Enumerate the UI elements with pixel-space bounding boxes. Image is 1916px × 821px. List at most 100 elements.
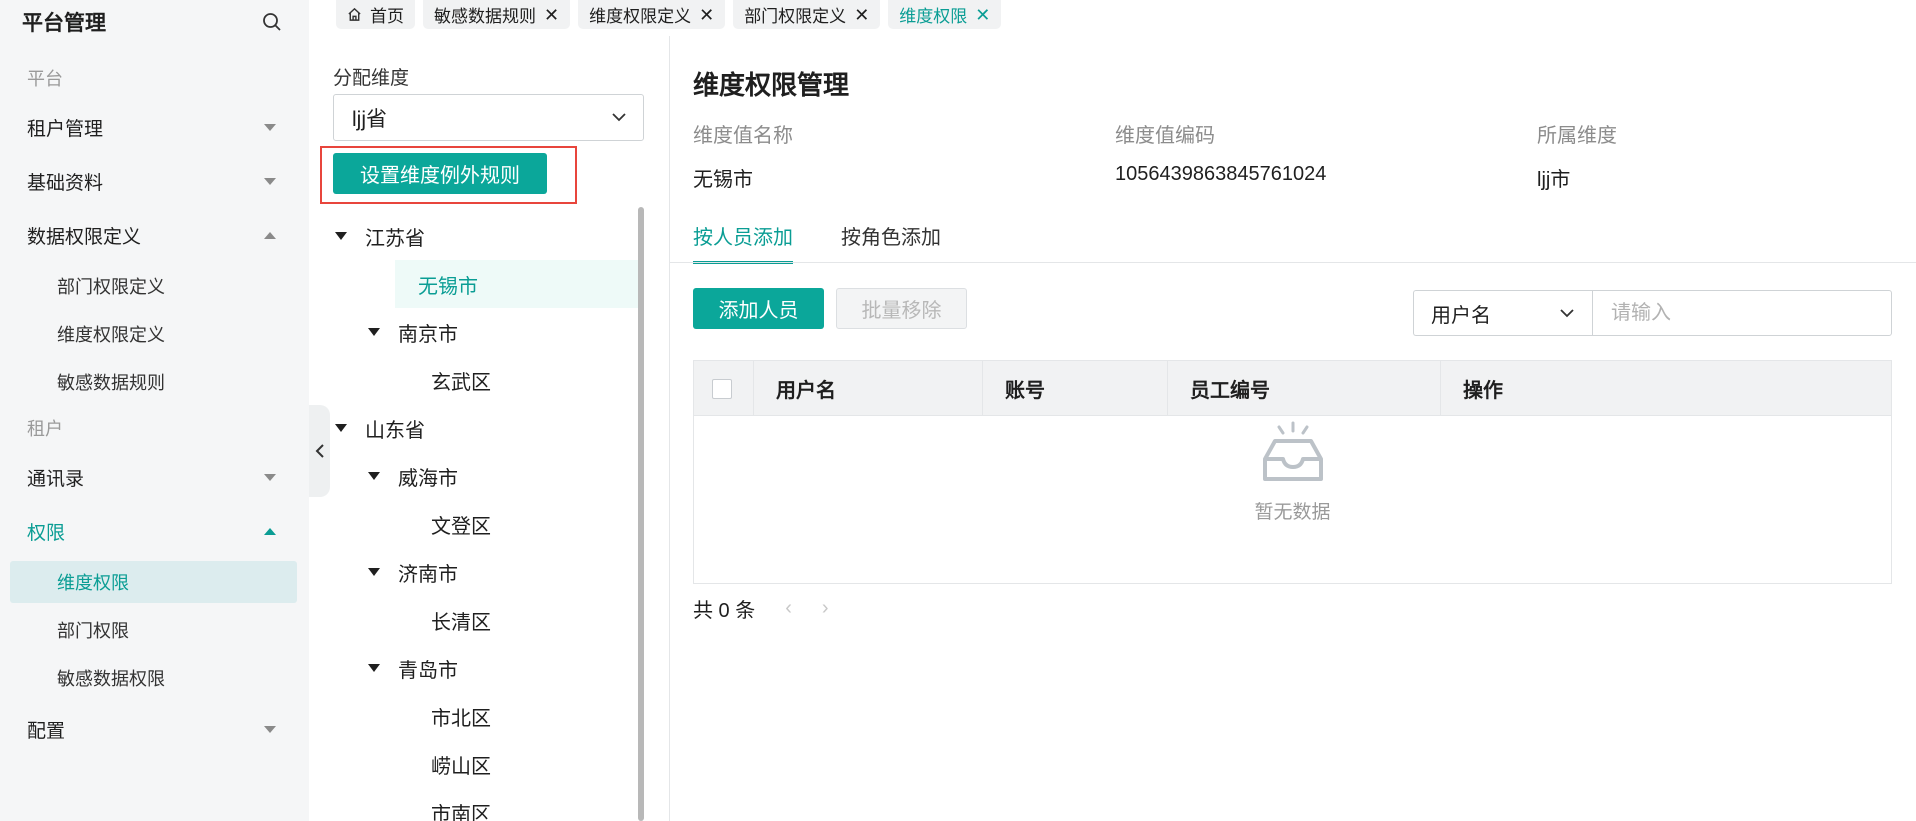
pagination: 共 0 条 ‹ › [693, 594, 829, 623]
tabs-divider [670, 262, 1916, 263]
dimension-tree: 江苏省 无锡市 南京市 玄武区 山东省 威海市 文登区 济南市 长清区 青岛市 … [309, 212, 639, 821]
tab-label: 维度权限 [899, 7, 968, 26]
set-exception-rule-button[interactable]: 设置维度例外规则 [333, 153, 547, 194]
tree-node[interactable]: 文登区 [309, 500, 639, 548]
tree-node[interactable]: 青岛市 [309, 644, 639, 692]
filter-field-value: 用户名 [1431, 304, 1491, 327]
table-header: 用户名 账号 员工编号 操作 [694, 361, 1891, 416]
tree-node[interactable]: 崂山区 [309, 740, 639, 788]
sidebar-item-label: 租户管理 [27, 118, 104, 140]
close-icon[interactable]: ✕ [544, 6, 559, 24]
tree-node[interactable]: 市南区 [309, 788, 639, 821]
caret-down-icon [264, 177, 276, 185]
tree-node[interactable]: 江苏省 [309, 212, 639, 260]
caret-up-icon [264, 231, 276, 239]
sidebar-subitem-dept-permission-definition[interactable]: 部门权限定义 [0, 262, 309, 310]
tab-sensitive-data-rules[interactable]: 敏感数据规则 ✕ [423, 0, 571, 29]
tree-node[interactable]: 威海市 [309, 452, 639, 500]
tab-label: 首页 [370, 7, 404, 26]
dimension-value-code-label: 维度值编码 [1115, 125, 1215, 147]
tree-node[interactable]: 山东省 [309, 404, 639, 452]
batch-remove-button[interactable]: 批量移除 [836, 288, 967, 329]
chevron-down-icon [612, 113, 626, 122]
search-icon[interactable] [261, 11, 283, 33]
filter-field-select[interactable]: 用户名 [1413, 290, 1592, 336]
tab-home[interactable]: 首页 [336, 0, 415, 29]
sidebar-subitem-dept-permission[interactable]: 部门权限 [0, 606, 309, 654]
select-all-checkbox[interactable] [712, 378, 732, 399]
column-actions: 操作 [1463, 380, 1503, 402]
dimension-value-name-label: 维度值名称 [693, 125, 793, 147]
dimension-select-value: ljj省 [352, 107, 387, 131]
empty-state: 暂无数据 [694, 421, 1891, 524]
tab-add-by-role[interactable]: 按角色添加 [841, 221, 941, 264]
column-account[interactable]: 账号 [983, 361, 1168, 416]
caret-down-icon [264, 473, 276, 481]
caret-up-icon [264, 527, 276, 535]
tab-dimension-permission-definition[interactable]: 维度权限定义 ✕ [578, 0, 726, 29]
empty-text: 暂无数据 [1254, 502, 1331, 523]
tree-node[interactable]: 济南市 [309, 548, 639, 596]
sidebar-item-config[interactable]: 配置 [0, 702, 309, 756]
sidebar-item-permissions[interactable]: 权限 [0, 504, 309, 558]
tab-label: 敏感数据规则 [434, 7, 536, 26]
dimension-tree-panel: 分配维度 ljj省 设置维度例外规则 江苏省 无锡市 南京市 玄武区 山东省 威… [309, 29, 669, 821]
chevron-down-icon [1560, 308, 1574, 317]
column-employee-id[interactable]: 员工编号 [1168, 361, 1441, 416]
sidebar: 平台管理 平台 租户管理 基础资料 数据权限定义 部门权限定义 维度权限定义 敏… [0, 0, 309, 821]
prev-page-icon[interactable]: ‹ [785, 597, 792, 620]
caret-down-icon[interactable] [368, 664, 380, 672]
caret-down-icon [264, 123, 276, 131]
caret-down-icon[interactable] [335, 232, 347, 240]
sidebar-item-data-permission-definition[interactable]: 数据权限定义 [0, 208, 309, 262]
app-window: 平台管理 平台 租户管理 基础资料 数据权限定义 部门权限定义 维度权限定义 敏… [0, 0, 1916, 821]
tree-node[interactable]: 长清区 [309, 596, 639, 644]
tree-node[interactable]: 南京市 [309, 308, 639, 356]
sidebar-item-label: 数据权限定义 [27, 226, 142, 248]
sidebar-subitem-dimension-permission[interactable]: 维度权限 [10, 561, 297, 603]
sidebar-item-label: 配置 [27, 720, 66, 742]
sidebar-item-label: 通讯录 [27, 468, 85, 490]
tree-node[interactable]: 市北区 [309, 692, 639, 740]
caret-down-icon[interactable] [368, 568, 380, 576]
assign-dimension-label: 分配维度 [333, 68, 410, 89]
sidebar-item-basic-data[interactable]: 基础资料 [0, 154, 309, 208]
add-user-button[interactable]: 添加人员 [693, 288, 824, 329]
dimension-value: ljj市 [1537, 169, 1571, 191]
add-mode-tabs: 按人员添加 按角色添加 [693, 221, 941, 264]
next-page-icon[interactable]: › [822, 597, 829, 620]
caret-down-icon[interactable] [335, 424, 347, 432]
dimension-value-code: 1056439863845761024 [1115, 163, 1327, 185]
sidebar-group-platform: 平台 [27, 69, 63, 89]
tab-dimension-permission[interactable]: 维度权限 ✕ [888, 0, 1002, 29]
sidebar-item-tenant-management[interactable]: 租户管理 [0, 100, 309, 154]
close-icon[interactable]: ✕ [975, 6, 990, 24]
tab-bar: 首页 敏感数据规则 ✕ 维度权限定义 ✕ 部门权限定义 ✕ 维度权限 ✕ [336, 0, 1002, 29]
tree-node-selected[interactable]: 无锡市 [309, 260, 639, 308]
sidebar-subitem-sensitive-data-permission[interactable]: 敏感数据权限 [0, 654, 309, 702]
close-icon[interactable]: ✕ [854, 6, 869, 24]
sidebar-subitem-dimension-permission-definition[interactable]: 维度权限定义 [0, 310, 309, 358]
empty-inbox-icon [1262, 421, 1323, 481]
page-title: 维度权限管理 [693, 70, 850, 100]
tree-scrollbar[interactable] [638, 207, 644, 821]
search-input[interactable] [1592, 290, 1892, 336]
tree-node[interactable]: 玄武区 [309, 356, 639, 404]
select-all-cell [694, 361, 754, 416]
dimension-select[interactable]: ljj省 [333, 94, 644, 141]
tab-add-by-user[interactable]: 按人员添加 [693, 221, 793, 264]
column-username[interactable]: 用户名 [754, 361, 983, 416]
close-icon[interactable]: ✕ [699, 6, 714, 24]
sidebar-group-tenant: 租户 [27, 419, 63, 439]
sidebar-item-contacts[interactable]: 通讯录 [0, 450, 309, 504]
caret-down-icon [264, 725, 276, 733]
caret-down-icon[interactable] [368, 472, 380, 480]
sidebar-subitem-sensitive-data-rules[interactable]: 敏感数据规则 [0, 358, 309, 406]
dimension-value-name: 无锡市 [693, 169, 753, 191]
sidebar-title: 平台管理 [22, 12, 106, 35]
caret-down-icon[interactable] [368, 328, 380, 336]
dimension-label: 所属维度 [1537, 125, 1617, 147]
tab-dept-permission-definition[interactable]: 部门权限定义 ✕ [733, 0, 881, 29]
user-table: 用户名 账号 员工编号 操作 暂无数据 [693, 360, 1892, 584]
sidebar-header: 平台管理 [0, 0, 309, 44]
